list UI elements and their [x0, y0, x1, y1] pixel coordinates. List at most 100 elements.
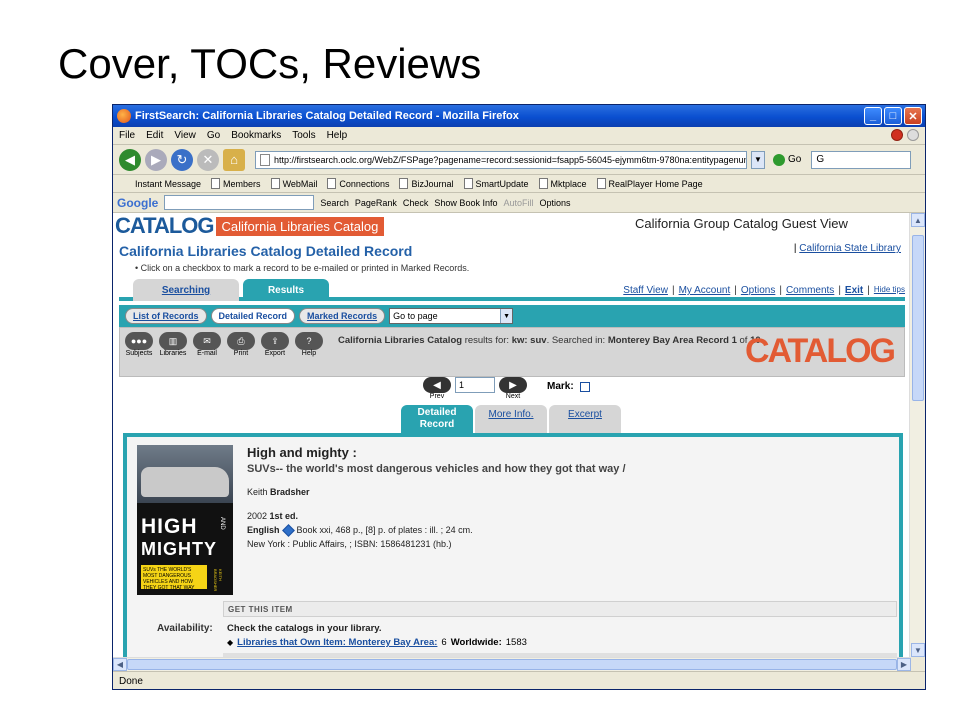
options-button[interactable]: Options	[539, 198, 570, 208]
slide-title: Cover, TOCs, Reviews	[58, 40, 482, 87]
close-button[interactable]: ✕	[904, 107, 922, 125]
tab-excerpt[interactable]: Excerpt	[549, 405, 621, 433]
title-bar: FirstSearch: California Libraries Catalo…	[113, 105, 925, 127]
url-dropdown-icon[interactable]: ▼	[751, 150, 765, 169]
scroll-thumb[interactable]	[912, 235, 924, 401]
back-arrow-icon[interactable]: ◀	[119, 148, 141, 171]
record-toolbar: ●●● Subjects ▥ Libraries ✉ E-mail ⎙ Print ⇪ E…	[119, 327, 905, 377]
bookmark-item[interactable]: BizJournal	[399, 178, 454, 189]
scroll-up-icon[interactable]: ▲	[911, 213, 925, 227]
marked-records-tab[interactable]: Marked Records	[299, 308, 386, 324]
bookmark-item[interactable]: WebMail	[270, 178, 318, 189]
help-icon: ?	[295, 332, 323, 350]
bookmark-item[interactable]: RealPlayer Home Page	[596, 178, 703, 189]
cover-subtitle: SUVs THE WORLD'S MOST DANGEROUS VEHICLES…	[141, 565, 207, 591]
bookmark-label: WebMail	[282, 178, 318, 189]
record-tabs: Detailed Record More Info. Excerpt	[401, 405, 621, 433]
google-search-button[interactable]: Search	[320, 198, 349, 208]
subjects-button[interactable]: ●●● Subjects	[124, 332, 154, 357]
google-search-input[interactable]	[164, 195, 315, 210]
next-button[interactable]: ▶ Next	[499, 377, 527, 400]
record-title: High and mighty :	[247, 445, 357, 460]
menu-tools[interactable]: Tools	[292, 130, 315, 141]
tab-detailed-record[interactable]: Detailed Record	[401, 405, 473, 433]
home-icon[interactable]: ⌂	[223, 148, 245, 171]
libraries-icon: ▥	[159, 332, 187, 350]
page-content: CATALOG California Libraries Catalog Cal…	[113, 213, 911, 657]
prev-button[interactable]: ◀ Prev	[423, 377, 451, 400]
google-toolbar: Google Search PageRank Check Show Book I…	[113, 193, 925, 213]
bookmark-item[interactable]: Members	[211, 178, 261, 189]
libraries-button[interactable]: ▥ Libraries	[158, 332, 188, 357]
menu-view[interactable]: View	[174, 130, 196, 141]
vertical-scrollbar[interactable]: ▲ ▼	[909, 213, 925, 657]
cover-and: AND	[219, 517, 225, 530]
pagerank-indicator: PageRank	[354, 197, 397, 208]
staff-view-link[interactable]: Staff View	[623, 285, 668, 296]
options-link[interactable]: Options	[741, 285, 775, 296]
spellcheck-button[interactable]: Check	[403, 198, 429, 208]
libraries-own-item-link[interactable]: Libraries that Own Item: Monterey Bay Ar…	[237, 637, 437, 648]
bookmark-item[interactable]: SmartUpdate	[463, 178, 529, 189]
mark-label: Mark:	[547, 381, 574, 392]
bookmark-item[interactable]: Mktplace	[538, 178, 587, 189]
help-button[interactable]: ? Help	[294, 332, 324, 357]
tab-searching[interactable]: Searching	[133, 279, 239, 301]
state-library-link[interactable]: California State Library	[799, 243, 901, 254]
forward-arrow-icon[interactable]: ▶	[145, 148, 167, 171]
maximize-button[interactable]: □	[884, 107, 902, 125]
mark-checkbox[interactable]	[579, 381, 590, 392]
show-book-info-button[interactable]: Show Book Info	[434, 198, 497, 208]
minimize-button[interactable]: _	[864, 107, 882, 125]
export-button[interactable]: ⇪ Export	[260, 332, 290, 357]
next-label: Next	[505, 393, 521, 400]
catalog-logo: CATALOG California Libraries Catalog	[115, 213, 385, 239]
comments-link[interactable]: Comments	[786, 285, 834, 296]
scroll-down-icon[interactable]: ▼	[911, 643, 925, 657]
hide-tips-link[interactable]: Hide tips	[874, 285, 905, 296]
list-of-records-tab[interactable]: List of Records	[125, 308, 207, 324]
stop-button-icon[interactable]: ✕	[197, 148, 219, 171]
record-number-input[interactable]: 1	[455, 377, 495, 393]
url-field[interactable]: http://firstsearch.oclc.org/WebZ/FSPage?…	[255, 150, 747, 169]
firefox-icon	[117, 109, 131, 123]
go-to-page-select[interactable]: Go to page ▼	[389, 308, 514, 324]
results-catalog: California Libraries Catalog	[338, 335, 463, 346]
scroll-right-icon[interactable]: ▶	[897, 658, 911, 671]
menu-help[interactable]: Help	[327, 130, 348, 141]
detailed-record-tab[interactable]: Detailed Record	[210, 308, 296, 324]
worldwide-label: Worldwide:	[450, 637, 502, 648]
email-button[interactable]: ✉ E-mail	[192, 332, 222, 357]
menu-file[interactable]: File	[119, 130, 135, 141]
tab-results[interactable]: Results	[243, 279, 329, 301]
results-query: kw: suv	[511, 335, 547, 346]
google-logo[interactable]: Google	[117, 196, 158, 210]
tab-more-info[interactable]: More Info.	[475, 405, 547, 433]
my-account-link[interactable]: My Account	[679, 285, 731, 296]
menu-edit[interactable]: Edit	[146, 130, 163, 141]
bookmark-item[interactable]: Connections	[327, 178, 389, 189]
record-subtitle: SUVs-- the world's most dangerous vehicl…	[247, 463, 626, 475]
status-text: Done	[119, 676, 143, 687]
scroll-left-icon[interactable]: ◀	[113, 658, 127, 671]
bookmark-page-icon	[538, 178, 548, 189]
go-button[interactable]: Go	[773, 153, 801, 166]
bookmark-page-icon	[270, 178, 280, 189]
exit-link[interactable]: Exit	[845, 285, 863, 296]
menu-go[interactable]: Go	[207, 130, 220, 141]
author-last: Bradsher	[270, 487, 310, 497]
bookmark-label: SmartUpdate	[475, 178, 529, 189]
autofill-button[interactable]: AutoFill	[503, 198, 533, 208]
sub-tabs: List of Records Detailed Record Marked R…	[119, 305, 905, 327]
bookmark-item[interactable]: Instant Message	[135, 179, 201, 189]
window-title: FirstSearch: California Libraries Catalo…	[135, 110, 519, 122]
horizontal-scrollbar[interactable]: ◀ ▶	[113, 657, 911, 671]
print-button[interactable]: ⎙ Print	[226, 332, 256, 357]
stop-icon[interactable]	[891, 129, 903, 141]
bookmark-label: Instant Message	[135, 178, 202, 189]
results-for-label: results for:	[464, 335, 510, 346]
reload-icon[interactable]: ↻	[171, 148, 193, 171]
horizontal-scroll-thumb[interactable]	[127, 659, 897, 670]
menu-bookmarks[interactable]: Bookmarks	[231, 130, 281, 141]
search-input[interactable]: G	[811, 150, 912, 169]
